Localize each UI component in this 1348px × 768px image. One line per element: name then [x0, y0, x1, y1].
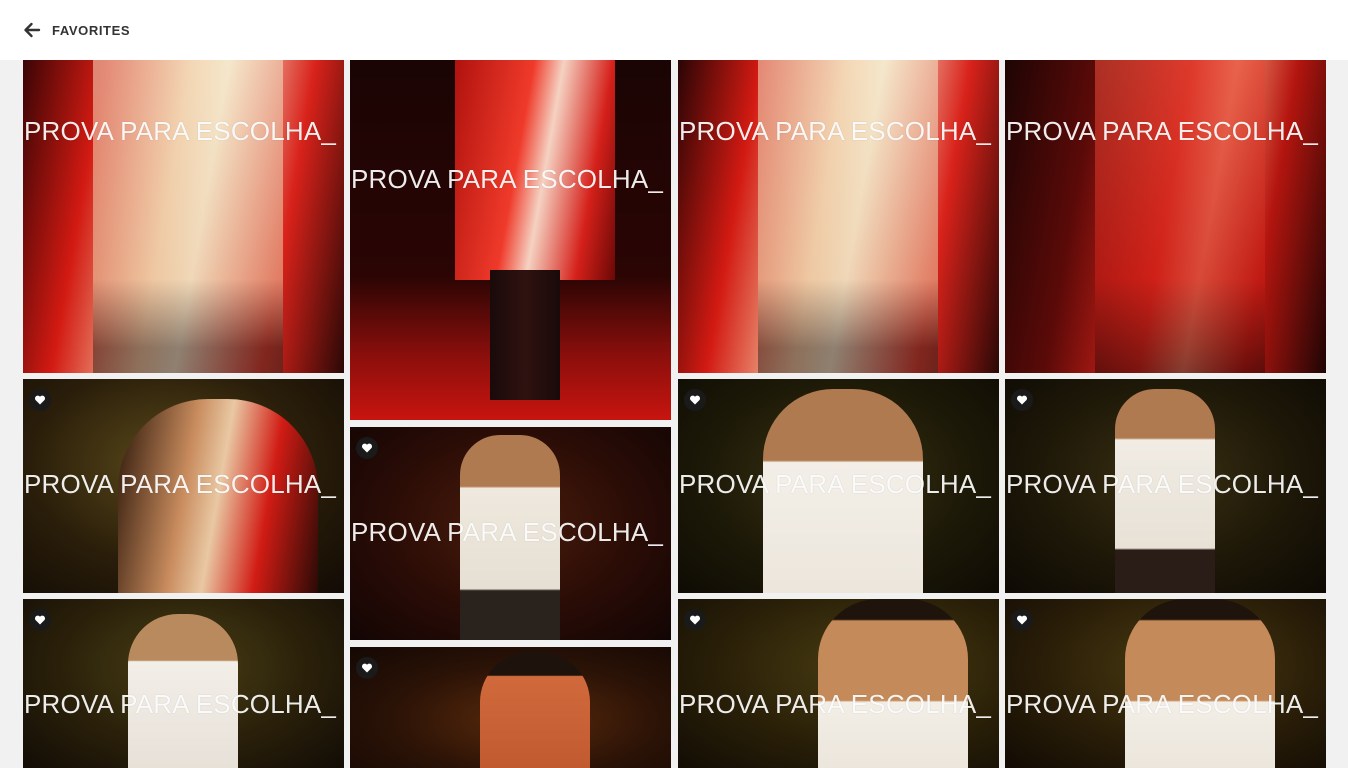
watermark: PROVA PARA ESCOLHA_ [1006, 116, 1319, 146]
favorite-toggle[interactable] [29, 389, 51, 411]
watermark: PROVA PARA ESCOLHA_ [1006, 469, 1319, 499]
heart-icon [34, 615, 46, 625]
photo-tile[interactable]: PROVA PARA ESCOLHA_ [678, 379, 999, 593]
favorite-toggle[interactable] [1011, 389, 1033, 411]
photo-tile[interactable]: PROVA PARA ESCOLHA_ [1005, 379, 1326, 593]
heart-icon [689, 395, 701, 405]
favorite-toggle[interactable] [356, 437, 378, 459]
heart-icon [361, 663, 373, 673]
favorite-toggle[interactable] [1011, 609, 1033, 631]
photo-tile[interactable]: PROVA PARA ESCOLHA_ [350, 427, 671, 640]
watermark: PROVA PARA ESCOLHA_ [1006, 689, 1319, 719]
watermark: PROVA PARA ESCOLHA_ [24, 689, 337, 719]
photo-tile[interactable]: PROVA PARA ESCOLHA_ [350, 60, 671, 420]
photo-tile[interactable]: PROVA PARA ESCOLHA_ [678, 60, 999, 373]
watermark: PROVA PARA ESCOLHA_ [351, 164, 664, 194]
favorite-toggle[interactable] [684, 609, 706, 631]
photo-tile[interactable] [350, 647, 671, 768]
page-title: FAVORITES [52, 22, 131, 38]
watermark: PROVA PARA ESCOLHA_ [24, 116, 337, 146]
favorite-toggle[interactable] [684, 389, 706, 411]
photo-tile[interactable]: PROVA PARA ESCOLHA_ [1005, 599, 1326, 768]
heart-icon [1016, 395, 1028, 405]
photo-tile[interactable]: PROVA PARA ESCOLHA_ [1005, 60, 1326, 373]
back-button[interactable]: FAVORITES [22, 20, 130, 40]
photo-tile[interactable]: PROVA PARA ESCOLHA_ [23, 599, 344, 768]
heart-icon [1016, 615, 1028, 625]
heart-icon [689, 615, 701, 625]
watermark: PROVA PARA ESCOLHA_ [24, 469, 337, 499]
watermark: PROVA PARA ESCOLHA_ [351, 517, 664, 547]
watermark: PROVA PARA ESCOLHA_ [679, 469, 992, 499]
heart-icon [361, 443, 373, 453]
heart-icon [34, 395, 46, 405]
watermark: PROVA PARA ESCOLHA_ [679, 689, 992, 719]
favorite-toggle[interactable] [29, 609, 51, 631]
top-bar: FAVORITES [0, 0, 1348, 60]
photo-gallery: PROVA PARA ESCOLHA_ PROVA PARA ESCOLHA_ … [0, 60, 1348, 768]
photo-tile[interactable]: PROVA PARA ESCOLHA_ [23, 60, 344, 373]
photo-tile[interactable]: PROVA PARA ESCOLHA_ [23, 379, 344, 593]
watermark: PROVA PARA ESCOLHA_ [679, 116, 992, 146]
favorite-toggle[interactable] [356, 657, 378, 679]
arrow-left-icon[interactable] [22, 20, 42, 40]
photo-tile[interactable]: PROVA PARA ESCOLHA_ [678, 599, 999, 768]
